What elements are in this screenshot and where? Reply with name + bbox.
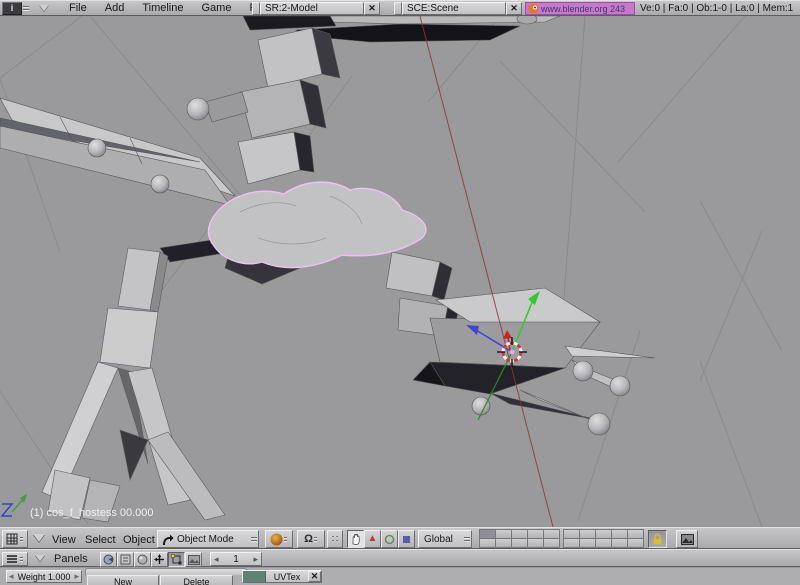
- rotate-icon: [384, 534, 395, 545]
- shaded-ball-icon: [270, 533, 283, 546]
- script-context-button[interactable]: [117, 552, 134, 567]
- panel-top-edge: [85, 568, 247, 575]
- object-context-button[interactable]: [151, 552, 168, 567]
- menu-view[interactable]: View: [52, 532, 76, 548]
- grip-icon: [313, 531, 318, 547]
- script-icon: [120, 554, 131, 565]
- material-ball-icon: [137, 554, 148, 565]
- layer-buttons-right[interactable]: [564, 530, 644, 548]
- menu-add[interactable]: Add: [105, 0, 125, 16]
- frame-decrement-icon[interactable]: ◂: [214, 554, 219, 565]
- scale-icon: [402, 535, 411, 544]
- menu-select[interactable]: Select: [85, 532, 116, 548]
- menu-timeline[interactable]: Timeline: [142, 0, 183, 16]
- grip-icon: [19, 553, 24, 565]
- grip-icon: [19, 531, 24, 547]
- image-icon: [681, 534, 694, 545]
- translate-toggle-button[interactable]: ▲: [364, 530, 381, 548]
- viewport-canvas: (1) cos_f_hostess 00.000: [0, 16, 800, 527]
- object-arrows-icon: [154, 554, 165, 565]
- grip-icon: [463, 531, 471, 547]
- frame-number-field[interactable]: ◂ 1 ▸: [210, 552, 262, 566]
- screen-browse-icon[interactable]: [252, 2, 260, 15]
- lock-layers-button[interactable]: [648, 530, 667, 548]
- blender-window: i File Add Timeline Game Render Help SR:…: [0, 0, 800, 585]
- window-type-button[interactable]: i: [2, 2, 22, 15]
- scale-toggle-button[interactable]: [398, 530, 415, 548]
- frame-increment-icon[interactable]: ▸: [253, 554, 258, 565]
- uvtex-active-swatch[interactable]: [243, 571, 266, 582]
- version-chip: www.blender.org 243: [525, 2, 635, 15]
- draw-type-dropdown[interactable]: [265, 530, 293, 548]
- scene-selector: SCE:Scene ✕: [394, 2, 522, 15]
- header-grip-icon[interactable]: [22, 1, 30, 15]
- logic-icon: [103, 554, 114, 565]
- panels-menu[interactable]: Panels: [54, 551, 88, 567]
- editor-type-button[interactable]: [2, 530, 28, 548]
- mode-dropdown[interactable]: Object Mode: [157, 530, 259, 548]
- slider-left-icon[interactable]: ◂: [9, 571, 14, 582]
- shading-context-button[interactable]: [134, 552, 151, 567]
- blender-logo-icon: [528, 3, 539, 14]
- menu-game[interactable]: Game: [201, 0, 231, 16]
- close-icon: ✕: [510, 3, 518, 14]
- screen-close-button[interactable]: ✕: [364, 2, 380, 15]
- screen-selector: SR:2-Model ✕: [252, 2, 380, 15]
- dots-grid-icon: ∷: [332, 534, 338, 545]
- object-mode-icon: [161, 533, 174, 546]
- scene-image-icon: [188, 555, 200, 565]
- view3d-editor-icon: [6, 533, 18, 545]
- version-text: www.blender.org 243: [541, 4, 625, 14]
- viewport-overlay-text: (1) cos_f_hostess 00.000: [30, 507, 154, 519]
- hand-icon: [350, 533, 362, 545]
- close-icon: ✕: [311, 571, 319, 582]
- manipulator-toggles: ▲: [347, 530, 415, 548]
- buttons-window-content: ◂ Weight 1.000 ▸ New Delete UVTex ✕: [0, 567, 800, 585]
- screen-name-field[interactable]: SR:2-Model: [260, 2, 364, 15]
- menu-object[interactable]: Object: [123, 532, 155, 548]
- pivot-icon: Ω: [304, 533, 313, 545]
- collapse-menus-icon[interactable]: [33, 534, 45, 542]
- view3d-header: View Select Object Object Mode Ω ∷: [0, 527, 800, 549]
- render-preview-button[interactable]: [676, 530, 698, 548]
- info-icon: i: [11, 3, 14, 13]
- editor-type-button[interactable]: [2, 552, 28, 566]
- manipulator-enable-button[interactable]: [347, 530, 364, 548]
- close-icon: ✕: [368, 3, 376, 14]
- context-buttons: [100, 552, 202, 567]
- slider-right-icon[interactable]: ▸: [74, 571, 79, 582]
- vgroup-delete-button[interactable]: Delete: [160, 575, 233, 585]
- buttons-window-header: Panels ◂ 1 ▸: [0, 549, 800, 567]
- rotate-toggle-button[interactable]: [381, 530, 398, 548]
- editing-context-button[interactable]: [168, 552, 185, 567]
- scene-close-button[interactable]: ✕: [506, 2, 522, 15]
- pivot-dropdown[interactable]: Ω: [297, 530, 325, 548]
- info-header: i File Add Timeline Game Render Help SR:…: [0, 0, 800, 16]
- uvtex-field[interactable]: UVTex ✕: [242, 570, 322, 583]
- grip-icon: [283, 531, 288, 547]
- uvtex-delete-button[interactable]: ✕: [308, 571, 321, 582]
- translate-icon: ▲: [368, 534, 378, 544]
- grip-icon: [250, 531, 258, 547]
- scene-name-field[interactable]: SCE:Scene: [402, 2, 506, 15]
- viewport-3d[interactable]: (1) cos_f_hostess 00.000: [0, 16, 800, 527]
- scene-context-button[interactable]: [185, 552, 202, 567]
- snap-target-button[interactable]: ∷: [327, 530, 343, 548]
- vgroup-new-button[interactable]: New: [87, 575, 159, 585]
- scene-browse-icon[interactable]: [394, 2, 402, 15]
- editing-mesh-icon: [171, 554, 182, 565]
- menu-file[interactable]: File: [69, 0, 87, 16]
- lock-icon: [652, 533, 663, 545]
- logic-context-button[interactable]: [100, 552, 117, 567]
- weight-slider[interactable]: ◂ Weight 1.000 ▸: [6, 570, 82, 583]
- scene-stats: Ve:0 | Fa:0 | Ob:1-0 | La:0 | Mem:1: [640, 3, 793, 14]
- layer-buttons-left[interactable]: [480, 530, 560, 548]
- orientation-dropdown[interactable]: Global: [418, 530, 472, 548]
- collapse-menus-icon[interactable]: [35, 555, 45, 562]
- buttons-editor-icon: [6, 554, 18, 564]
- collapse-menus-icon[interactable]: [39, 5, 49, 11]
